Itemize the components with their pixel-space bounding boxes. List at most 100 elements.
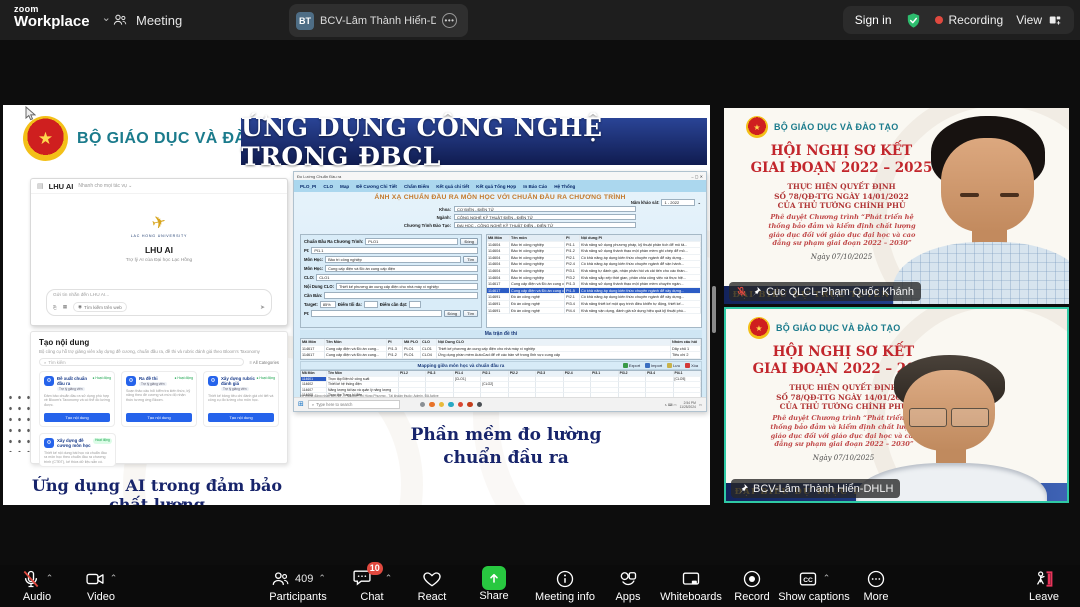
export-button: Export	[623, 363, 640, 368]
studio-description: Bộ công cụ hỗ trợ giảng viên xây dựng đề…	[39, 349, 279, 354]
bot-icon: ⚙	[44, 438, 54, 448]
bot-icon: ⚙	[126, 376, 136, 386]
view-button[interactable]: View	[1016, 13, 1062, 27]
taskbar-search: ⌕Type here to search	[308, 400, 400, 409]
lhu-model-menu: Nhanh cho mọi tác vụ ⌄	[78, 183, 132, 189]
lhu-logo-icon: ✈	[150, 212, 169, 235]
top-right-controls: Sign in Recording View	[843, 6, 1074, 34]
zoom-workplace-logo[interactable]: zoom Workplace ⌄	[14, 5, 111, 30]
window-controls-icons: – ▢ ✕	[691, 174, 703, 179]
pin-icon	[751, 286, 762, 297]
studio-card: ● Hoạt động ⚙ Ra đề thi Trợ lý giảng viê…	[121, 371, 197, 427]
chevron-up-icon[interactable]: ⌃	[385, 573, 393, 584]
chevron-up-icon[interactable]: ⌃	[823, 573, 831, 584]
lhu-input-placeholder: Gửi tin nhắn đến LHU AI...	[53, 293, 265, 298]
chat-button[interactable]: 10 ⌃ Chat	[338, 568, 406, 603]
sign-in-button[interactable]: Sign in	[855, 13, 892, 27]
recording-label: Recording	[949, 13, 1004, 27]
zoom-workplace-app: zoom Workplace ⌄ Meeting BT BCV-Lâm Thàn…	[0, 0, 1080, 607]
tab-meeting[interactable]: Meeting	[112, 0, 182, 40]
whiteboards-button[interactable]: Whiteboards	[648, 568, 734, 603]
people-icon	[112, 12, 128, 28]
meeting-stage: ★ BỘ GIÁO DỤC VÀ ĐÀO TẠO ỨNG DỤNG CÔNG N…	[0, 40, 1080, 565]
panel-resize-handle[interactable]	[712, 286, 716, 333]
info-icon	[555, 569, 575, 589]
taskbar-app-icons	[420, 402, 483, 408]
meeting-info-button[interactable]: Meeting info	[522, 568, 608, 603]
bot-icon: ⚙	[208, 376, 218, 386]
lhu-brand: LHU AI	[49, 182, 74, 191]
pi-table: Mã MônTên mônPINội dung PI 114604Bảo trì…	[486, 234, 702, 328]
participant-name-label: Cục QLCL-Phạm Quốc Khánh	[729, 282, 921, 301]
security-shield-icon[interactable]	[905, 12, 922, 29]
chevron-up-icon[interactable]: ⌃	[318, 573, 326, 584]
share-tab-badge: BT	[296, 12, 314, 30]
windows-taskbar: ⊞ ⌕Type here to search ∧ ⌨ ▭ 2:54 PM11/2…	[294, 397, 706, 411]
participants-button[interactable]: 409 ⌃ Participants	[243, 568, 353, 603]
participant-tile-pham-quoc-khanh[interactable]: ★ BỘ GIÁO DỤC VÀ ĐÀO TẠO HỘI NGHỊ SƠ KẾT…	[724, 108, 1069, 304]
caption-software: Phần mềm đo lường chuẩn đầu ra	[386, 424, 626, 470]
chevron-up-icon[interactable]: ⌃	[110, 573, 118, 584]
vietnam-emblem: ★	[748, 317, 770, 339]
lhu-ai-screenshot: ▤ LHU AI Nhanh cho mọi tác vụ ⌄ ✈ LAC HO…	[30, 178, 288, 326]
whiteboard-icon	[681, 569, 701, 589]
pin-icon	[738, 483, 749, 494]
web-search-label: Tìm kiếm trên web	[84, 305, 122, 310]
create-content-button: Tạo nội dung	[126, 413, 192, 422]
studio-card: Hoạt động ⚙ Xây dựng đề cương môn học Th…	[39, 433, 116, 467]
create-content-button: Tạo nội dung	[208, 413, 274, 422]
annotation-drag-dots	[6, 392, 30, 452]
software-filter-panel: Chuẩn Đầu Ra Chương Trình:PLO1Đóng PI:PI…	[300, 234, 482, 328]
mouse-cursor	[25, 106, 36, 121]
delete-button: Xóa	[685, 363, 698, 368]
vietnam-emblem: ★	[23, 116, 68, 161]
studio-card: ● Hoạt động ⚙ Đề xuất chuẩn đầu ra Trợ l…	[39, 371, 115, 427]
record-icon	[742, 569, 762, 589]
apps-icon	[618, 569, 638, 589]
software-menu-bar: PLO_PICLOMapĐề Cương Chi TiếtChấm ĐiểmKế…	[294, 180, 706, 192]
muted-mic-icon	[736, 286, 747, 297]
bottom-toolbar: ⌃ Audio ⌃ Video 409 ⌃ Participants	[0, 565, 1080, 607]
svg-text:CC: CC	[803, 577, 813, 584]
recording-indicator[interactable]: Recording	[935, 13, 1004, 27]
leave-icon	[1033, 569, 1055, 589]
studio-title: Tạo nội dung	[39, 338, 279, 347]
meeting-tab-label: Meeting	[136, 13, 182, 28]
leave-button[interactable]: Leave	[1016, 568, 1072, 603]
notification-icon: ▭	[699, 403, 702, 407]
audio-button[interactable]: ⌃ Audio	[8, 568, 66, 603]
studio-filter: ≡ All Categories	[250, 360, 279, 365]
shared-screen-content: ★ BỘ GIÁO DỤC VÀ ĐÀO TẠO ỨNG DỤNG CÔNG N…	[3, 105, 710, 505]
video-button[interactable]: ⌃ Video	[72, 568, 130, 603]
matrix-title: Ma trận đề thi	[300, 330, 702, 338]
windows-start-icon: ⊞	[298, 401, 304, 408]
view-layout-icon	[1048, 13, 1062, 27]
tab-shared-screen[interactable]: BT BCV-Lâm Thành Hiển-DHLH's scr •••	[289, 4, 468, 37]
muted-mic-icon	[21, 569, 41, 589]
logo-workplace-text: Workplace	[14, 14, 90, 30]
tab-options-icon[interactable]: •••	[442, 13, 457, 28]
more-icon	[866, 569, 886, 589]
participant-name-label: BCV-Lâm Thành Hiển-DHLH	[731, 479, 900, 498]
measurement-software-screenshot: Đo Lường Chuẩn Đầu ra – ▢ ✕ PLO_PICLOMap…	[293, 171, 707, 412]
camera-icon	[85, 569, 105, 589]
caption-ai: Ứng dụng AI trong đảm bảo chất lượng	[11, 476, 303, 505]
save-button: Lưu	[667, 363, 680, 368]
chat-unread-badge: 10	[367, 562, 383, 575]
react-button[interactable]: React	[404, 568, 460, 603]
slide-title-banner: ỨNG DỤNG CÔNG NGHỆ TRONG ĐBCL	[241, 118, 707, 165]
participants-icon	[270, 569, 290, 589]
participant-tile-lam-thanh-hien-active-speaker[interactable]: ★ BỘ GIÁO DỤC VÀ ĐÀO TẠO HỘI NGHỊ SƠ KẾT…	[724, 307, 1069, 503]
studio-search-input: ⌕Tìm kiếm	[39, 358, 244, 366]
chevron-up-icon[interactable]: ⌃	[46, 573, 54, 584]
search-icon: ⌕	[44, 360, 46, 365]
mapping-title: Mapping giữa môn học và chuẩn đầu ra	[304, 363, 618, 368]
grid-icon: ▦	[63, 304, 67, 310]
studio-card: ● Hoạt động ⚙ Xây dựng rubric đánh giá T…	[203, 371, 279, 427]
share-button[interactable]: Share	[466, 567, 522, 602]
more-button[interactable]: More	[848, 568, 904, 603]
participant-video-person	[903, 116, 1069, 304]
create-content-button: Tạo nội dung	[44, 413, 110, 422]
lhu-chat-input: Gửi tin nhắn đến LHU AI... ⎘ ▦ ◉Tìm kiếm…	[46, 289, 272, 316]
chevron-down-icon: ⌄	[102, 11, 111, 24]
